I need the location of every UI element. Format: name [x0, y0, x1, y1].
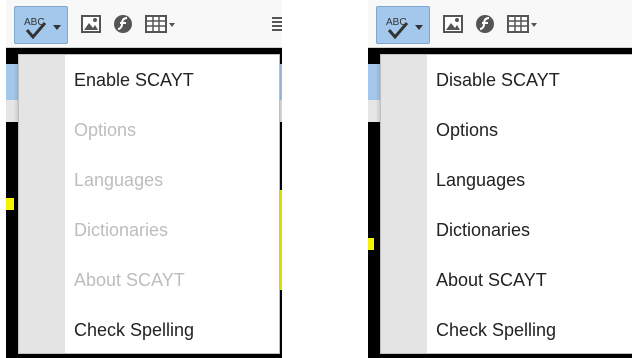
editor-toolbar: ABC	[368, 0, 632, 48]
menu-item-languages[interactable]: Languages	[427, 155, 632, 205]
scayt-button[interactable]: ABC	[14, 6, 68, 44]
editor-toolbar: ABC	[6, 0, 282, 48]
menu-icon-gutter	[381, 55, 427, 353]
menu-item-disable-scayt[interactable]: Disable SCAYT	[427, 55, 632, 105]
scayt-dropdown-menu: Enable SCAYT Options Languages Dictionaries…	[18, 54, 280, 354]
menu-item-dictionaries[interactable]: Dictionaries	[427, 205, 632, 255]
scayt-dropdown-menu: Disable SCAYT Options Languages Dictionarie…	[380, 54, 632, 354]
scayt-panel-enabled-state: ABC Disable SCAYT Options Languages Diction…	[368, 0, 632, 358]
menu-icon-gutter	[19, 55, 65, 353]
scayt-button[interactable]: ABC	[376, 6, 430, 44]
image-icon[interactable]	[80, 13, 102, 35]
yellow-highlight	[6, 198, 14, 210]
spellcheck-icon: ABC	[24, 17, 61, 40]
menu-item-check-spelling[interactable]: Check Spelling	[65, 305, 279, 355]
menu-item-languages: Languages	[74, 170, 164, 190]
table-icon[interactable]	[506, 13, 540, 35]
flash-icon[interactable]	[112, 13, 134, 35]
menu-item-about-scayt[interactable]: About SCAYT	[427, 255, 632, 305]
spellcheck-icon: ABC	[386, 17, 423, 40]
menu-item-check-spelling[interactable]: Check Spelling	[427, 305, 632, 355]
yellow-highlight	[368, 238, 374, 250]
menu-item-options: Options	[74, 120, 137, 140]
flash-icon[interactable]	[474, 13, 496, 35]
image-icon[interactable]	[442, 13, 464, 35]
menu-item-enable-scayt[interactable]: Enable SCAYT	[65, 55, 279, 105]
menu-item-options[interactable]: Options	[427, 105, 632, 155]
paragraph-icon[interactable]	[270, 13, 282, 35]
scayt-panel-disabled-state: ABC Enable SCAYT Options Languages Dictiona…	[6, 0, 282, 358]
table-icon[interactable]	[144, 13, 178, 35]
menu-item-about-scayt: About SCAYT	[74, 270, 185, 290]
menu-item-dictionaries: Dictionaries	[74, 220, 169, 240]
